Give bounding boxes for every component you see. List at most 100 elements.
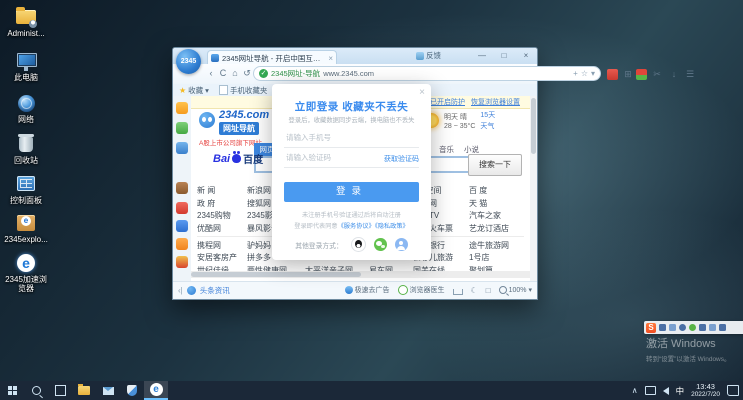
minimize-button[interactable]: — bbox=[471, 48, 493, 63]
favorites-star-icon[interactable] bbox=[176, 102, 188, 114]
site-link[interactable]: 安居客房产 bbox=[197, 252, 247, 263]
taskbar-clock[interactable]: 13:43 2022/7/20 bbox=[691, 383, 720, 399]
browser-tab[interactable]: 2345网址导航 - 开启中国互联网... × bbox=[207, 50, 337, 65]
site-link[interactable]: 政 府 bbox=[197, 198, 247, 209]
desktop-icon-2345-explorer-setup[interactable]: 2345explo... bbox=[2, 212, 50, 244]
ad-block-button[interactable]: 极速去广告 bbox=[345, 285, 390, 295]
zoom-control[interactable]: 100% ▾ bbox=[499, 286, 532, 294]
maximize-button[interactable]: □ bbox=[493, 48, 515, 63]
desktop-icon-network[interactable]: 网络 bbox=[2, 92, 50, 124]
vertical-scrollbar[interactable] bbox=[530, 96, 537, 282]
night-mode-icon[interactable]: ☾ bbox=[471, 286, 478, 295]
input-method-indicator[interactable]: 中 bbox=[676, 385, 685, 397]
service-agreement-link[interactable]: 《服务协议》 bbox=[338, 223, 375, 230]
apps-grid-icon[interactable]: ⊞ bbox=[621, 67, 635, 81]
taskbar-search-button[interactable] bbox=[24, 381, 48, 400]
voice-icon[interactable] bbox=[689, 324, 696, 331]
tab-close-icon[interactable]: × bbox=[328, 54, 333, 63]
action-center-icon[interactable] bbox=[727, 385, 739, 396]
sidebar-app-icon[interactable] bbox=[176, 142, 188, 154]
address-bar[interactable]: ✓ 2345网址-导航 www.2345.com + ☆ ▾ bbox=[253, 66, 601, 81]
desktop-icon-this-pc[interactable]: 此电脑 bbox=[2, 50, 50, 82]
browser-doctor-button[interactable]: 浏览器医生 bbox=[398, 285, 445, 295]
wechat-login-icon[interactable] bbox=[374, 238, 387, 251]
hot-app-icon[interactable] bbox=[176, 256, 188, 268]
task-view-button[interactable] bbox=[48, 381, 72, 400]
bookmark-favorites[interactable]: ★ 收藏 ▾ bbox=[179, 85, 209, 96]
site-link[interactable]: 2345购物 bbox=[197, 210, 247, 221]
punctuation-icon[interactable] bbox=[669, 324, 676, 331]
refresh-icon[interactable]: C bbox=[217, 67, 229, 80]
home-icon[interactable]: ⌂ bbox=[229, 67, 241, 80]
news-feed-link[interactable]: 头条资讯 bbox=[200, 285, 230, 296]
weather-widget[interactable]: 明天 晴 28 ~ 35°C 15天 天气 bbox=[424, 110, 516, 131]
site-link[interactable]: 途牛旅游网 bbox=[469, 240, 521, 251]
sogou-input-toolbar[interactable]: S bbox=[644, 321, 743, 334]
download-tray-icon[interactable] bbox=[453, 289, 463, 295]
multi-window-icon[interactable]: □ bbox=[486, 286, 491, 295]
favorite-star-icon[interactable]: ☆ bbox=[581, 69, 588, 78]
desktop-icon-control-panel[interactable]: 控制面板 bbox=[2, 173, 50, 205]
restore-settings-link[interactable]: 恢复浏览器设置 bbox=[471, 97, 520, 107]
add-bookmark-icon[interactable]: + bbox=[573, 69, 578, 78]
desktop-icon-recycle-bin[interactable]: 回收站 bbox=[2, 133, 50, 165]
weather-link[interactable]: 天气 bbox=[480, 121, 495, 131]
mail-button[interactable] bbox=[96, 381, 120, 400]
account-login-icon[interactable] bbox=[395, 238, 408, 251]
toolbox-icon[interactable] bbox=[719, 324, 726, 331]
site-link[interactable]: 携程网 bbox=[197, 240, 247, 251]
search-button[interactable]: 搜索一下 bbox=[468, 154, 522, 176]
defender-button[interactable] bbox=[120, 381, 144, 400]
site-link[interactable]: 天 猫 bbox=[469, 198, 521, 209]
shopping-app-icon[interactable] bbox=[176, 238, 188, 250]
site-link[interactable]: 百 度 bbox=[469, 185, 521, 196]
network-icon[interactable] bbox=[645, 386, 656, 395]
history-clock-icon[interactable] bbox=[176, 122, 188, 134]
qq-login-icon[interactable] bbox=[351, 237, 366, 252]
desktop-icon-admin-folder[interactable]: Administ... bbox=[2, 6, 50, 38]
site-link[interactable]: 1号店 bbox=[469, 252, 521, 263]
start-button[interactable] bbox=[0, 381, 24, 400]
tray-expand-icon[interactable]: ∧ bbox=[632, 386, 638, 395]
emoji-icon[interactable] bbox=[679, 324, 686, 331]
news-app-icon[interactable] bbox=[176, 202, 188, 214]
forecast-link[interactable]: 15天 bbox=[480, 110, 495, 120]
ticket-grabber-icon[interactable] bbox=[636, 69, 647, 80]
privacy-policy-link[interactable]: 《隐私政策》 bbox=[375, 223, 409, 230]
volume-icon[interactable] bbox=[663, 387, 669, 395]
download-icon[interactable]: ↓ bbox=[667, 67, 681, 81]
close-button[interactable]: × bbox=[515, 48, 537, 63]
input-mode-icon[interactable] bbox=[659, 324, 666, 331]
baidu-logo[interactable]: Bai 百度 bbox=[213, 151, 263, 166]
collapse-panel-icon[interactable]: ‹| bbox=[178, 286, 183, 295]
scissors-capture-icon[interactable]: ✂ bbox=[650, 67, 664, 81]
file-explorer-button[interactable] bbox=[72, 381, 96, 400]
search-tab[interactable]: 音乐 bbox=[439, 144, 454, 155]
bookmark-mobile-favorites[interactable]: 手机收藏夹 bbox=[219, 85, 268, 96]
site-link[interactable]: 艺龙订酒店 bbox=[469, 223, 521, 234]
sogou-logo-icon[interactable]: S bbox=[646, 323, 656, 333]
keyboard-icon[interactable] bbox=[699, 324, 706, 331]
get-code-link[interactable]: 获取验证码 bbox=[384, 154, 419, 164]
history-dropdown-icon[interactable]: ↺ bbox=[241, 67, 253, 80]
game-center-icon[interactable] bbox=[176, 182, 188, 194]
horizontal-scrollbar[interactable] bbox=[191, 271, 530, 278]
protection-link[interactable]: 已开启防护 bbox=[430, 97, 465, 107]
desktop-icon-2345-browser[interactable]: e 2345加速浏览器 bbox=[2, 252, 50, 293]
taskbar-2345-browser[interactable]: e bbox=[144, 381, 168, 400]
skin-icon[interactable] bbox=[709, 324, 716, 331]
feedback-button[interactable]: 反馈 bbox=[416, 50, 441, 61]
browser-logo[interactable]: 2345 bbox=[176, 49, 201, 74]
scrollbar-thumb[interactable] bbox=[531, 98, 536, 154]
sidebar-app-icon[interactable] bbox=[176, 220, 188, 232]
dialog-close-icon[interactable]: × bbox=[419, 87, 425, 98]
back-icon[interactable]: ‹ bbox=[205, 67, 217, 80]
screenshot-gallery-icon[interactable] bbox=[607, 69, 618, 80]
site-link[interactable]: 新 闻 bbox=[197, 185, 247, 196]
menu-icon[interactable]: ☰ bbox=[683, 67, 697, 81]
scrollbar-thumb[interactable] bbox=[191, 272, 361, 277]
login-button[interactable]: 登录 bbox=[284, 182, 419, 202]
site-link[interactable]: 优酷网 bbox=[197, 223, 247, 234]
site-link[interactable]: 汽车之家 bbox=[469, 210, 521, 221]
dropdown-caret-icon[interactable]: ▾ bbox=[591, 69, 595, 78]
